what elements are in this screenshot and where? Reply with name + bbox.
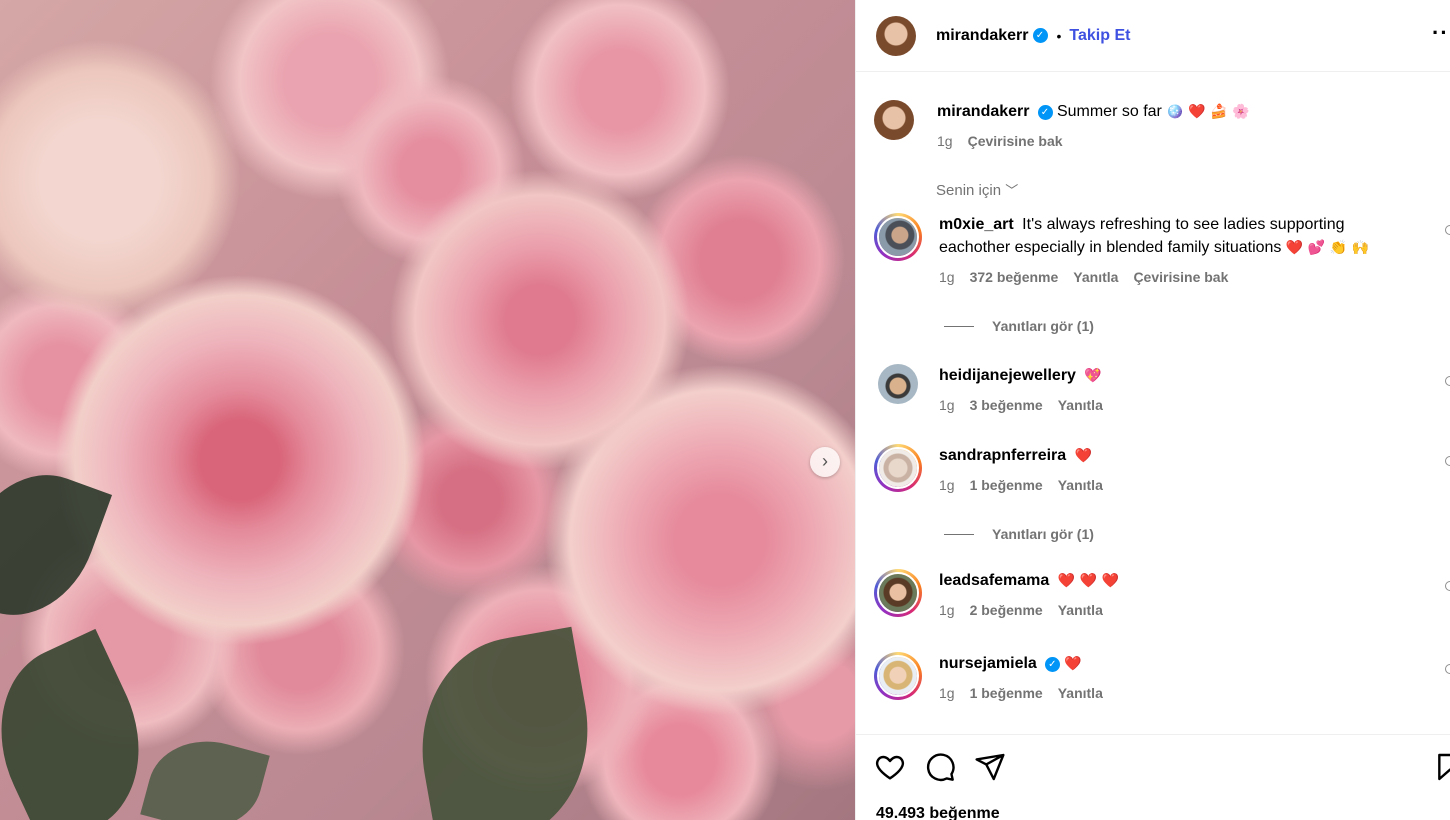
reply-button[interactable]: Yanıtla <box>1058 474 1103 497</box>
like-comment-icon[interactable] <box>1445 456 1450 466</box>
like-comment-icon[interactable] <box>1445 581 1450 591</box>
comment-likes[interactable]: 1 beğenme <box>970 682 1043 705</box>
caption-username[interactable]: mirandakerr <box>937 103 1030 120</box>
avatar[interactable] <box>874 213 922 261</box>
post-author-username[interactable]: mirandakerr <box>936 27 1029 45</box>
separator-dot: • <box>1056 27 1062 44</box>
caption-emojis: 🪩 ❤️ 🍰 🌸 <box>1166 104 1250 120</box>
comment-username[interactable]: nursejamiela <box>939 655 1037 672</box>
reply-button[interactable]: Yanıtla <box>1058 682 1103 705</box>
avatar[interactable] <box>874 569 922 617</box>
translate-link[interactable]: Çevirisine bak <box>968 130 1063 153</box>
view-replies-label: Yanıtları gör (1) <box>992 318 1094 334</box>
leaf-shape <box>403 626 607 820</box>
post-photo[interactable]: › <box>0 0 855 820</box>
comment-item: heidijanejewellery 💖 1g 3 beğenme Yanıtl… <box>874 364 1450 417</box>
caption-text: Summer so far <box>1056 103 1162 120</box>
comment-username[interactable]: leadsafemama <box>939 572 1049 589</box>
comment-item: nursejamiela ✓ ❤️ 1g 1 beğenme Yanıtla <box>874 652 1450 705</box>
comment-filter-dropdown[interactable]: Senin için ﹀ <box>936 180 1018 199</box>
comment-item: sandrapnferreira ❤️ 1g 1 beğenme Yanıtla <box>874 444 1450 497</box>
verified-badge-icon: ✓ <box>1044 657 1060 672</box>
comment-username[interactable]: m0xie_art <box>939 216 1014 233</box>
comment-time: 1g <box>939 477 955 493</box>
comment-emojis: ❤️ 💕 👏 🙌 <box>1285 240 1369 256</box>
comment-emojis: 💖 <box>1084 368 1102 384</box>
comment-time: 1g <box>939 269 955 285</box>
reply-button[interactable]: Yanıtla <box>1073 266 1118 289</box>
leaf-shape <box>0 454 113 636</box>
avatar[interactable] <box>874 100 914 140</box>
comment-time: 1g <box>939 397 955 413</box>
comment-likes[interactable]: 3 beğenme <box>970 394 1043 417</box>
avatar[interactable] <box>874 444 922 492</box>
verified-badge-icon: ✓ <box>1037 105 1053 120</box>
comment-icon[interactable] <box>924 751 956 783</box>
comment-emojis: ❤️ <box>1074 448 1093 464</box>
share-icon[interactable] <box>974 751 1006 783</box>
comment-time: 1g <box>939 685 955 701</box>
comment-emojis: ❤️ ❤️ ❤️ <box>1057 573 1119 589</box>
follow-button[interactable]: Takip Et <box>1069 27 1130 45</box>
leaf-shape <box>140 727 270 820</box>
comment-username[interactable]: heidijanejewellery <box>939 367 1076 384</box>
save-icon[interactable] <box>1434 751 1450 783</box>
comment-emojis: ❤️ <box>1064 656 1082 672</box>
avatar[interactable] <box>876 15 916 56</box>
like-comment-icon[interactable] <box>1445 664 1450 674</box>
comment-item: leadsafemama ❤️ ❤️ ❤️ 1g 2 beğenme Yanıt… <box>874 569 1450 622</box>
comment-item: m0xie_art It's always refreshing to see … <box>874 213 1450 289</box>
view-replies-button[interactable]: Yanıtları gör (1) <box>944 526 1094 542</box>
caption-time: 1g <box>937 133 953 149</box>
comments-list[interactable]: mirandakerr ✓ Summer so far 🪩 ❤️ 🍰 🌸 1g Ç… <box>856 72 1450 734</box>
post-header: mirandakerr ✓ • Takip Et ··· <box>856 0 1450 72</box>
caption: mirandakerr ✓ Summer so far 🪩 ❤️ 🍰 🌸 1g Ç… <box>874 100 1450 153</box>
reply-button[interactable]: Yanıtla <box>1058 599 1103 622</box>
like-comment-icon[interactable] <box>1445 225 1450 235</box>
verified-badge-icon: ✓ <box>1032 28 1048 43</box>
like-comment-icon[interactable] <box>1445 376 1450 386</box>
comment-likes[interactable]: 2 beğenme <box>970 599 1043 622</box>
comment-time: 1g <box>939 602 955 618</box>
comment-likes[interactable]: 1 beğenme <box>970 474 1043 497</box>
comment-likes[interactable]: 372 beğenme <box>970 266 1059 289</box>
likes-count[interactable]: 49.493 beğenme <box>876 805 1000 820</box>
post-actions: 49.493 beğenme <box>856 734 1450 820</box>
comment-username[interactable]: sandrapnferreira <box>939 447 1066 464</box>
next-arrow-icon[interactable]: › <box>810 447 840 477</box>
filter-label: Senin için <box>936 182 1002 199</box>
reply-button[interactable]: Yanıtla <box>1058 394 1103 417</box>
like-icon[interactable] <box>874 751 906 783</box>
translate-link[interactable]: Çevirisine bak <box>1133 266 1228 289</box>
chevron-down-icon: ﹀ <box>1005 183 1019 198</box>
more-options-icon[interactable]: ··· <box>1432 20 1450 46</box>
view-replies-label: Yanıtları gör (1) <box>992 526 1094 542</box>
view-replies-button[interactable]: Yanıtları gör (1) <box>944 318 1094 334</box>
avatar[interactable] <box>874 652 922 700</box>
avatar[interactable] <box>878 364 918 404</box>
post-sidebar: mirandakerr ✓ • Takip Et ··· mirandakerr… <box>855 0 1450 820</box>
